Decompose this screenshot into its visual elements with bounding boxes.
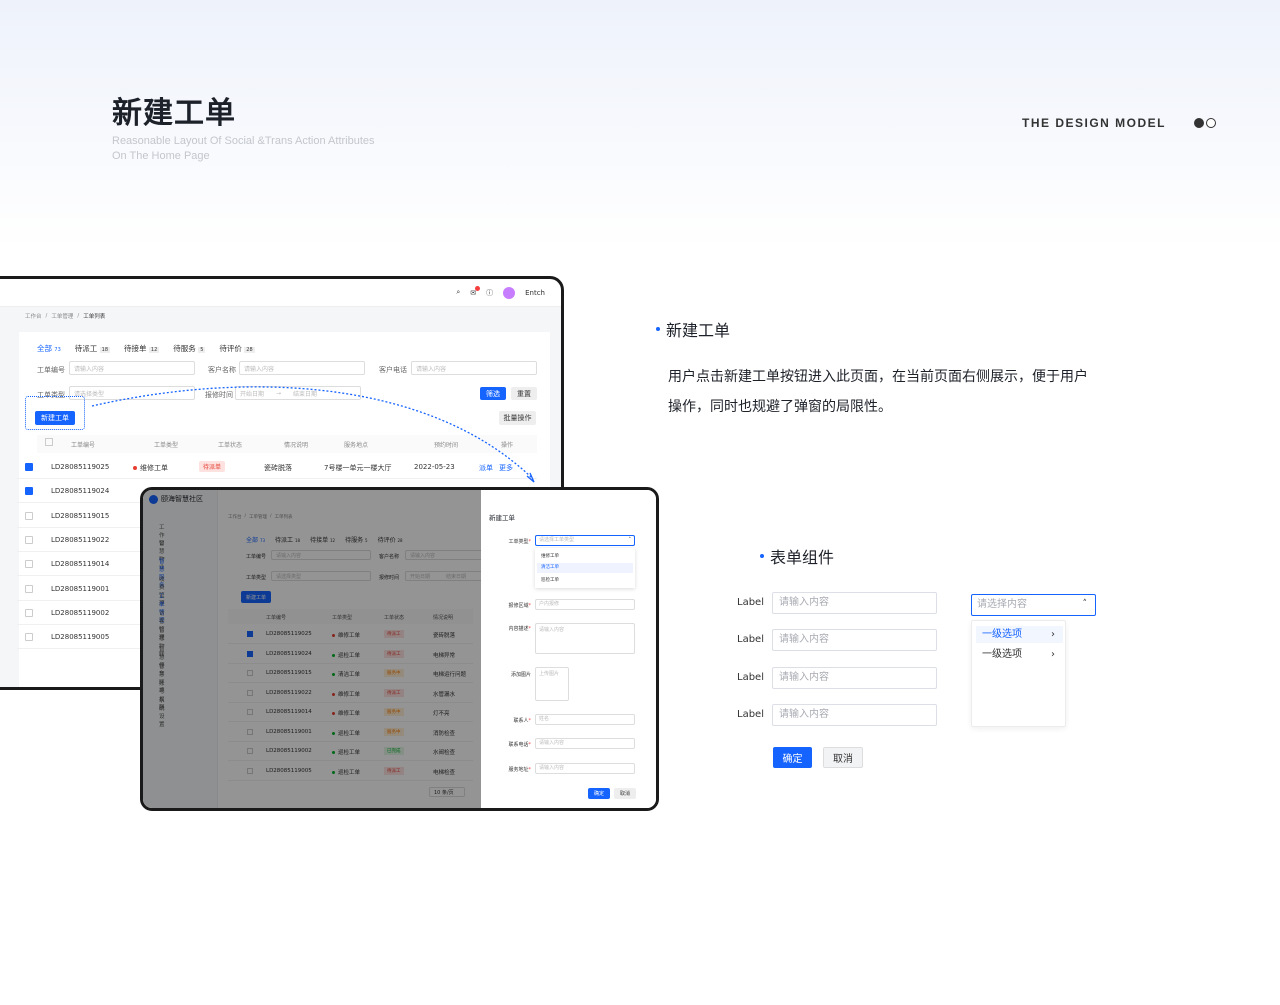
order-type-dropdown: 维修工单 清洁工单 巡检工单 [535, 548, 635, 588]
drawer-ok-button[interactable]: 确定 [588, 788, 610, 799]
label-order-type: 工单类型* [508, 539, 531, 545]
label-phone: 联系电话* [508, 742, 531, 748]
label-image: 添加图片 [510, 672, 531, 678]
option-repair[interactable]: 维修工单 [541, 553, 559, 559]
order-type-select[interactable]: 请选择工单类型 ˄ [535, 535, 635, 546]
upload-image-box[interactable]: 上传图片 [535, 667, 569, 701]
label-address: 服务地址* [508, 767, 531, 773]
drawer-cancel-button[interactable]: 取消 [614, 788, 636, 799]
drawer-mask[interactable] [143, 490, 481, 808]
address-input[interactable]: 请输入内容 [535, 763, 635, 774]
option-clean[interactable]: 清洁工单 [537, 563, 633, 573]
area-select[interactable]: 户内报修 [535, 599, 635, 610]
desc-textarea[interactable]: 请输入内容 [535, 623, 635, 654]
option-inspect[interactable]: 巡检工单 [541, 577, 559, 583]
new-order-drawer: 新建工单 工单类型* 请选择工单类型 ˄ 维修工单 清洁工单 巡检工单 报修区域*… [481, 490, 656, 808]
label-contact: 联系人* [513, 718, 531, 724]
contact-input[interactable]: 姓名 [535, 714, 635, 725]
label-area: 报修区域* [508, 603, 531, 609]
screen-new-order-drawer: 颐海智慧社区 工作台 智慧物业 智慧服务 收费管理 工单管理 访客管理 智慧物联 智慧停车 智慧… [140, 487, 659, 811]
drawer-title: 新建工单 [489, 514, 515, 522]
chevron-up-icon: ˄ [628, 537, 632, 543]
phone-input[interactable]: 请输入内容 [535, 738, 635, 749]
label-desc: 内容描述* [508, 626, 531, 632]
